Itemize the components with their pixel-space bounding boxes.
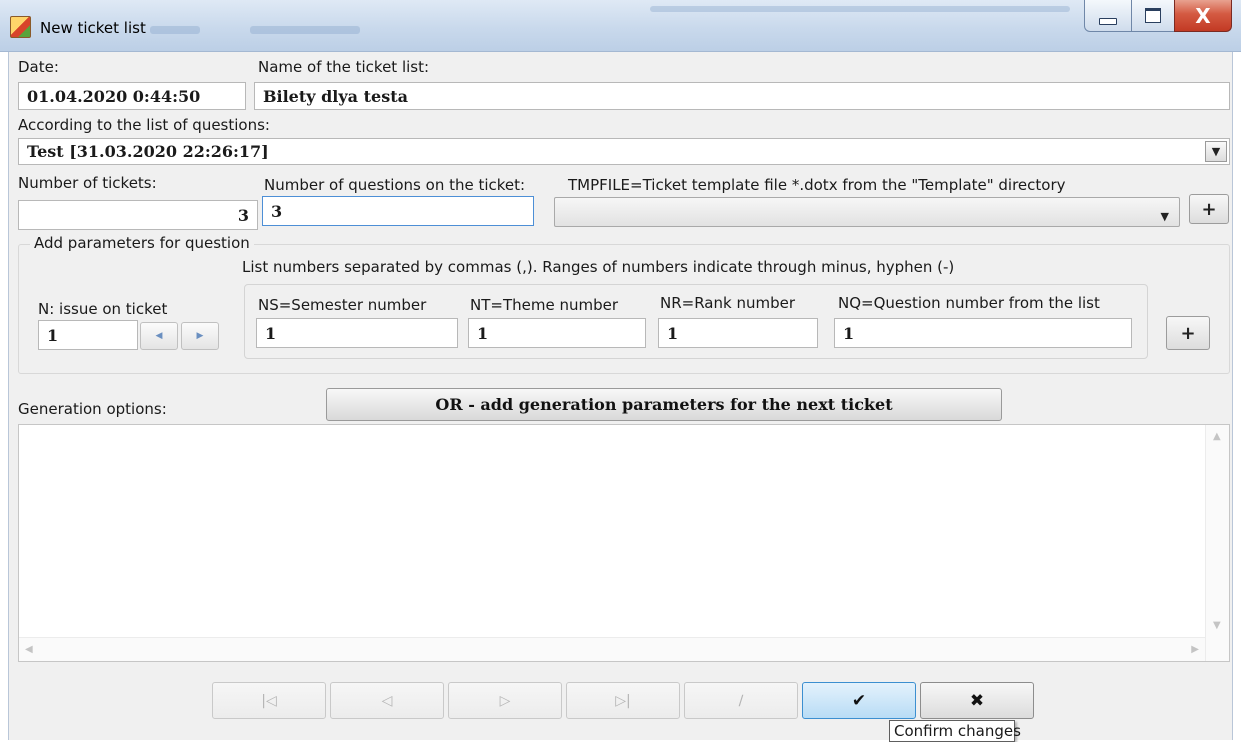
generation-options-textarea[interactable]: ▲ ▼ ◀ ▶	[18, 424, 1230, 662]
minimize-button[interactable]	[1084, 0, 1132, 32]
template-select[interactable]: ▼	[554, 197, 1180, 227]
minimize-icon	[1099, 18, 1117, 25]
nt-input[interactable]: 1	[468, 318, 646, 348]
arrow-right-icon[interactable]: ▶	[181, 322, 219, 350]
num-tickets-label: Number of tickets:	[18, 174, 157, 192]
nr-label: NR=Rank number	[660, 294, 795, 312]
num-questions-input[interactable]: 3	[262, 196, 534, 226]
questions-list-select[interactable]: Test [31.03.2020 22:26:17] ▼	[18, 138, 1230, 165]
maximize-button[interactable]	[1131, 0, 1175, 32]
edit-record-button[interactable]: ∕	[684, 682, 798, 719]
next-record-icon: ▷	[499, 692, 511, 709]
chevron-down-icon[interactable]: ▼	[1205, 141, 1227, 162]
params-hint: List numbers separated by commas (,). Ra…	[242, 258, 955, 276]
last-record-button[interactable]: ▷|	[566, 682, 680, 719]
chevron-down-icon: ▼	[1160, 210, 1169, 223]
nr-input[interactable]: 1	[658, 318, 818, 348]
prior-record-button[interactable]: ◁	[330, 682, 444, 719]
n-issue-spinner: ◀ ▶	[140, 322, 219, 350]
confirm-tooltip: Confirm changes	[889, 720, 1021, 742]
date-label: Date:	[18, 58, 59, 76]
n-issue-input[interactable]: 1	[38, 320, 138, 350]
arrow-left-icon[interactable]: ◀	[140, 322, 178, 350]
close-button[interactable]: X	[1174, 0, 1232, 32]
nt-label: NT=Theme number	[470, 296, 619, 314]
date-field[interactable]: 01.04.2020 0:44:50	[18, 82, 246, 110]
nq-label: NQ=Question number from the list	[838, 294, 1100, 312]
ns-input[interactable]: 1	[256, 318, 458, 348]
plus-icon: +	[1201, 198, 1217, 220]
add-next-ticket-params-button[interactable]: OR - add generation parameters for the n…	[326, 388, 1002, 421]
arrow-left-icon[interactable]: ◀	[25, 644, 33, 655]
num-tickets-input[interactable]: 3	[18, 200, 258, 230]
nq-input[interactable]: 1	[834, 318, 1132, 348]
window-title: New ticket list	[40, 19, 146, 37]
title-bar[interactable]: New ticket list X	[0, 0, 1241, 52]
first-record-button[interactable]: |◁	[212, 682, 326, 719]
horizontal-scrollbar[interactable]: ◀ ▶	[19, 637, 1205, 661]
first-record-icon: |◁	[261, 692, 277, 709]
arrow-up-icon[interactable]: ▲	[1213, 431, 1221, 442]
checkmark-icon: ✔	[851, 690, 867, 711]
background-window-ghost	[650, 6, 1070, 12]
add-params-button[interactable]: +	[1166, 316, 1210, 350]
template-label: TMPFILE=Ticket template file *.dotx from…	[568, 176, 1066, 194]
n-label: N: issue on ticket	[38, 300, 168, 318]
arrow-right-icon[interactable]: ▶	[1191, 644, 1199, 655]
cross-icon: ✖	[969, 690, 985, 711]
maximize-icon	[1145, 8, 1161, 23]
ns-label: NS=Semester number	[258, 296, 427, 314]
questions-list-label: According to the list of questions:	[18, 116, 270, 134]
num-questions-label: Number of questions on the ticket:	[264, 176, 526, 194]
background-window-ghost	[250, 26, 360, 34]
confirm-button[interactable]: ✔	[802, 682, 916, 719]
ticket-list-name-input[interactable]: Bilety dlya testa	[254, 82, 1230, 110]
pencil-icon: ∕	[738, 692, 744, 709]
prior-record-icon: ◁	[381, 692, 393, 709]
group-title: Add parameters for question	[30, 234, 254, 252]
app-icon	[10, 16, 31, 38]
cancel-button[interactable]: ✖	[920, 682, 1034, 719]
plus-icon: +	[1180, 322, 1196, 344]
generation-options-label: Generation options:	[18, 400, 167, 418]
last-record-icon: ▷|	[615, 692, 631, 709]
add-template-button[interactable]: +	[1189, 194, 1229, 224]
next-record-button[interactable]: ▷	[448, 682, 562, 719]
arrow-down-icon[interactable]: ▼	[1213, 620, 1221, 631]
background-window-ghost	[150, 26, 200, 34]
name-label: Name of the ticket list:	[258, 58, 430, 76]
vertical-scrollbar[interactable]: ▲ ▼	[1205, 425, 1229, 661]
close-icon: X	[1195, 3, 1211, 28]
questions-list-value: Test [31.03.2020 22:26:17]	[27, 142, 269, 161]
